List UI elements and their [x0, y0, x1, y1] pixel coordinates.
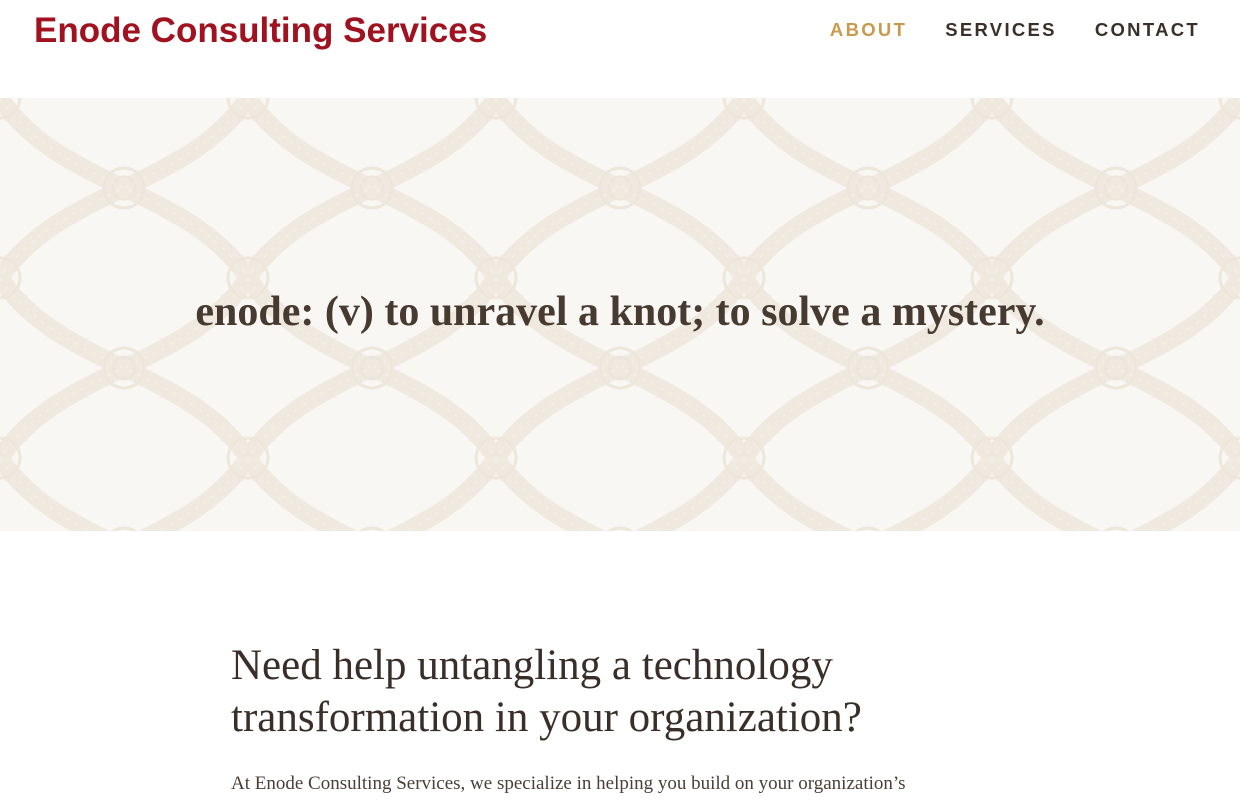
- intro-paragraph: At Enode Consulting Services, we special…: [231, 773, 906, 794]
- nav-item-about[interactable]: ABOUT: [830, 19, 907, 41]
- intro-section: Need help untangling a technology transf…: [231, 640, 1011, 799]
- main-nav: ABOUT SERVICES CONTACT: [830, 19, 1200, 41]
- nav-item-contact[interactable]: CONTACT: [1095, 19, 1200, 41]
- nav-item-services[interactable]: SERVICES: [945, 19, 1057, 41]
- site-title-link[interactable]: Enode Consulting Services: [34, 10, 487, 52]
- hero-tagline: enode: (v) to unravel a knot; to solve a…: [195, 289, 1045, 335]
- section-heading: Need help untangling a technology transf…: [231, 642, 862, 741]
- site-header: Enode Consulting Services ABOUT SERVICES…: [0, 0, 1240, 98]
- hero-banner: enode: (v) to unravel a knot; to solve a…: [0, 98, 1240, 531]
